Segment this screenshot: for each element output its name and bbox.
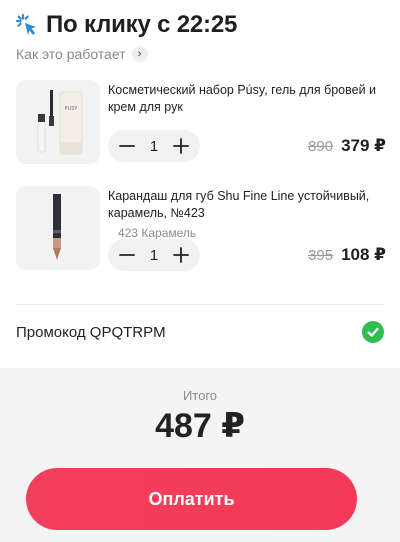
quantity-value: 1 — [149, 137, 159, 155]
divider — [16, 304, 384, 305]
quantity-stepper: 1 — [108, 130, 200, 162]
how-it-works-link[interactable]: Как это работает › — [16, 46, 386, 62]
old-price: 395 — [308, 247, 334, 264]
promo-code-row[interactable]: Промокод QPQTRPM — [16, 320, 384, 344]
cart-item: Карандаш для губ Shu Fine Line устойчивы… — [16, 186, 386, 276]
svg-text:PUSY: PUSY — [65, 106, 79, 112]
item-variant: 423 Карамель — [118, 226, 197, 240]
item-prices: 395 108 ₽ — [308, 245, 386, 265]
check-icon — [362, 321, 384, 343]
pay-button[interactable]: Оплатить — [26, 468, 357, 530]
plus-icon — [173, 247, 189, 263]
old-price: 890 — [308, 138, 334, 155]
plus-button[interactable] — [170, 244, 192, 266]
current-price: 108 ₽ — [341, 245, 386, 264]
total-label: Итого — [182, 388, 218, 403]
item-prices: 890 379 ₽ — [308, 136, 386, 156]
header: По клику с 22:25 Как это работает › — [14, 10, 386, 62]
item-name[interactable]: Косметический набор Púsy, гель для брове… — [108, 82, 388, 116]
sparkle-click-icon — [14, 12, 40, 38]
plus-button[interactable] — [170, 135, 192, 157]
cart-item: PUSY Косметический набор Púsy, гель для … — [16, 80, 386, 170]
how-it-works-label: Как это работает — [16, 46, 126, 62]
quantity-stepper: 1 — [108, 239, 200, 271]
page-title: По клику с 22:25 — [46, 11, 238, 38]
checkout-footer: Итого 487 ₽ Оплатить — [0, 368, 400, 542]
product-image[interactable]: PUSY — [16, 80, 100, 164]
item-name[interactable]: Карандаш для губ Shu Fine Line устойчивы… — [108, 188, 388, 222]
promo-code-label: Промокод QPQTRPM — [16, 323, 166, 341]
total-value: 487 ₽ — [155, 407, 245, 445]
minus-button[interactable] — [116, 135, 138, 157]
title-row: По клику с 22:25 — [14, 10, 386, 40]
minus-icon — [119, 145, 135, 147]
minus-icon — [119, 254, 135, 256]
plus-icon — [173, 138, 189, 154]
product-image[interactable] — [16, 186, 100, 270]
quantity-value: 1 — [149, 246, 159, 264]
minus-button[interactable] — [116, 244, 138, 266]
current-price: 379 ₽ — [341, 136, 386, 155]
chevron-right-icon: › — [131, 46, 148, 62]
